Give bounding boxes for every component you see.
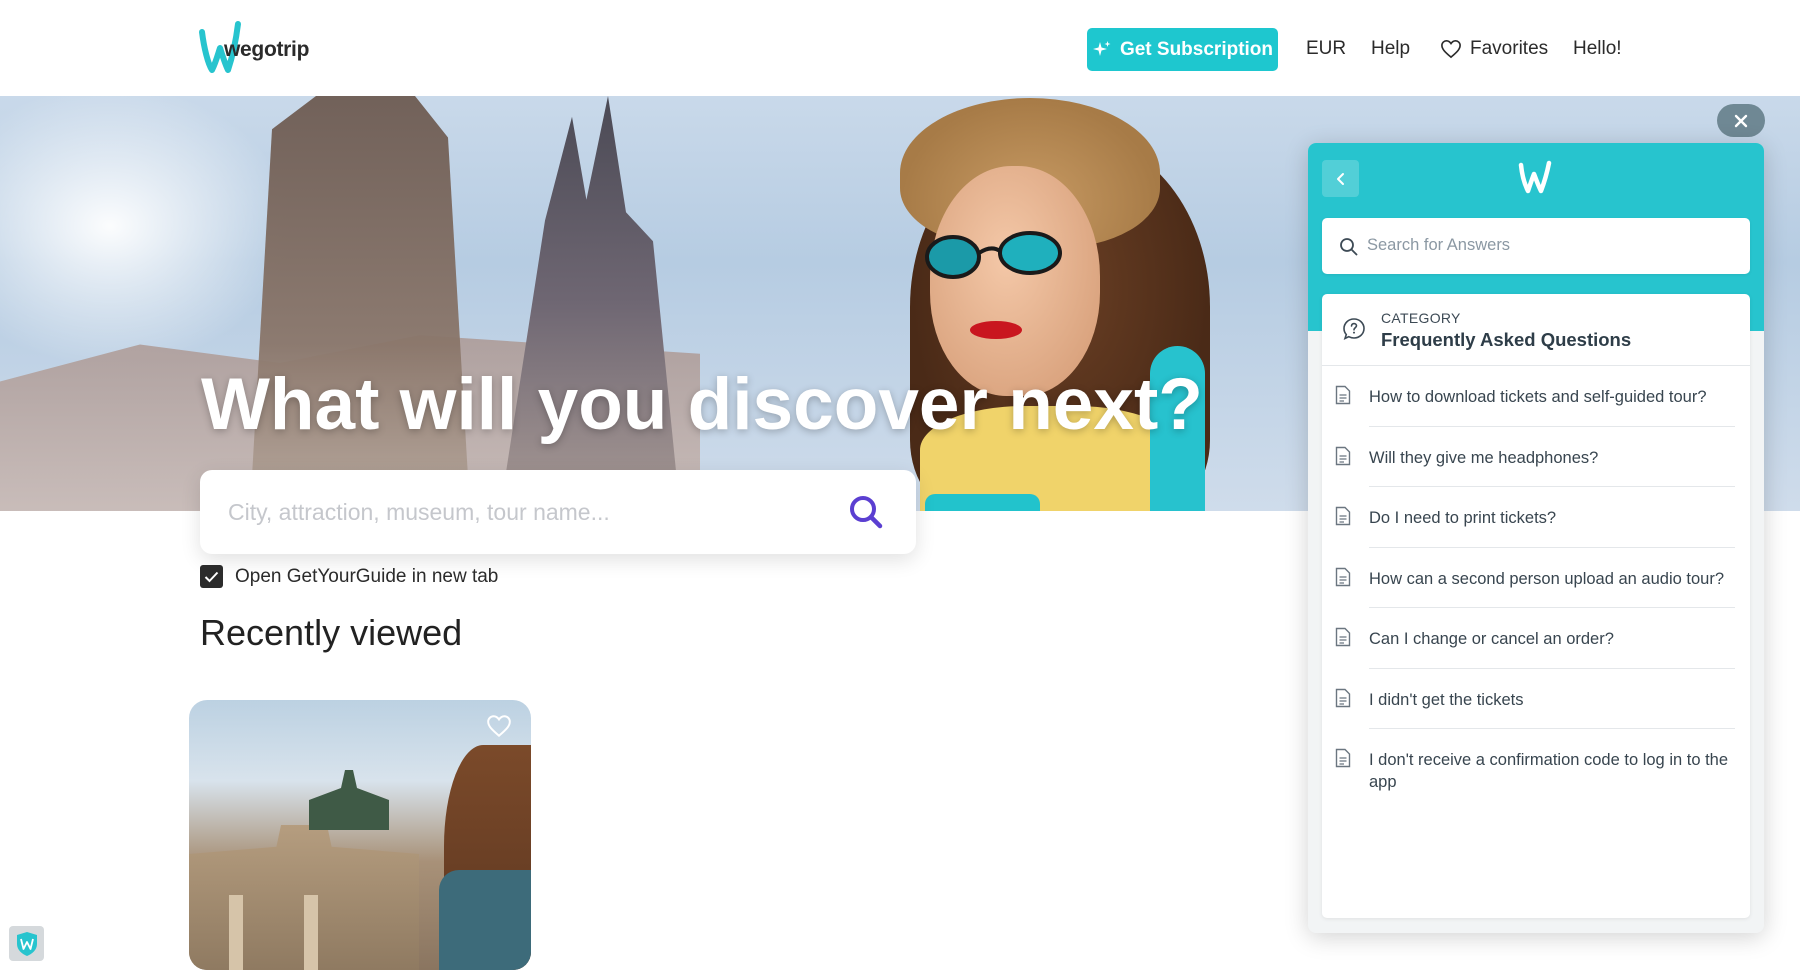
shield-w-icon [16,931,37,956]
document-icon [1335,627,1351,647]
faq-question[interactable]: I don't receive a confirmation code to l… [1369,749,1734,793]
checkmark-icon [204,571,219,582]
recent-tour-card[interactable] [189,700,531,970]
user-greeting[interactable]: Hello! [1573,38,1622,60]
search-icon [1340,238,1358,256]
hero-woman-face [930,166,1100,396]
subscription-label: Get Subscription [1119,38,1274,60]
recently-viewed-heading: Recently viewed [200,612,463,653]
hero-woman-lips [970,321,1022,339]
faq-question[interactable]: Do I need to print tickets? [1369,507,1734,529]
close-widget-button[interactable] [1717,104,1765,137]
hero-title: What will you discover next? [201,364,1203,445]
close-icon [1734,114,1748,127]
search-icon[interactable] [848,494,884,530]
favorites-link[interactable]: Favorites [1440,38,1548,60]
card-favorite-heart-icon[interactable] [486,714,512,738]
faq-question[interactable]: Will they give me headphones? [1369,447,1734,469]
faq-item[interactable]: Can I change or cancel an order? [1322,608,1750,669]
faq-question[interactable]: Can I change or cancel an order? [1369,628,1734,650]
document-icon [1335,567,1351,586]
document-icon [1335,385,1351,405]
faq-question[interactable]: I didn't get the tickets [1369,689,1734,711]
document-icon [1335,748,1351,768]
faq-list: How to download tickets and self-guided … [1322,366,1750,809]
open-gyg-option[interactable]: Open GetYourGuide in new tab [200,565,498,588]
card-traveler-backpack [439,870,531,970]
faq-category-card: CATEGORY Frequently Asked Questions How … [1322,294,1750,918]
category-label: CATEGORY [1381,310,1461,326]
faq-question[interactable]: How to download tickets and self-guided … [1369,386,1734,408]
faq-item[interactable]: I don't receive a confirmation code to l… [1322,729,1750,809]
wegotrip-logo[interactable]: wegotrip [198,18,318,76]
document-icon [1335,688,1351,707]
category-header: CATEGORY Frequently Asked Questions [1322,294,1750,366]
help-center-widget: Search for Answers CATEGORY Frequently A… [1308,143,1764,933]
help-link[interactable]: Help [1371,38,1410,60]
destination-search-input[interactable]: City, attraction, museum, tour name... [228,499,610,526]
top-header: wegotrip Get Subscription EUR Help Favor… [0,0,1800,96]
faq-item[interactable]: Do I need to print tickets? [1322,487,1750,548]
answers-search-box[interactable]: Search for Answers [1322,218,1750,274]
favorites-label: Favorites [1470,38,1549,59]
destination-search-box[interactable]: City, attraction, museum, tour name... [200,470,916,554]
faq-question[interactable]: How can a second person upload an audio … [1369,568,1734,590]
open-gyg-label: Open GetYourGuide in new tab [235,565,499,587]
question-bubble-icon [1343,318,1365,341]
get-subscription-button[interactable]: Get Subscription [1087,28,1278,71]
open-gyg-checkbox[interactable] [200,565,223,588]
card-quadriga-image [309,770,389,830]
widget-logo-icon [1518,160,1552,194]
sparkle-icon [1092,40,1111,56]
card-gate-column [304,895,318,970]
hero-tower-right [500,96,680,511]
heart-icon [1441,39,1461,59]
document-icon [1335,506,1351,526]
answers-search-input[interactable]: Search for Answers [1367,236,1510,255]
widget-back-button[interactable] [1322,160,1359,197]
card-gate-column [229,895,243,970]
hero-phone [925,494,1040,511]
category-title: Frequently Asked Questions [1381,329,1632,350]
hero-sunglasses [925,231,1062,279]
document-icon [1335,446,1351,465]
faq-item[interactable]: How can a second person upload an audio … [1322,548,1750,608]
currency-selector[interactable]: EUR [1306,38,1346,60]
faq-item[interactable]: Will they give me headphones? [1322,427,1750,487]
help-launcher-button[interactable] [9,926,44,961]
logo-text: wegotrip [224,38,310,61]
faq-item[interactable]: I didn't get the tickets [1322,669,1750,729]
hero-tower-left [250,96,470,511]
faq-item[interactable]: How to download tickets and self-guided … [1322,366,1750,427]
chevron-left-icon [1336,172,1344,185]
